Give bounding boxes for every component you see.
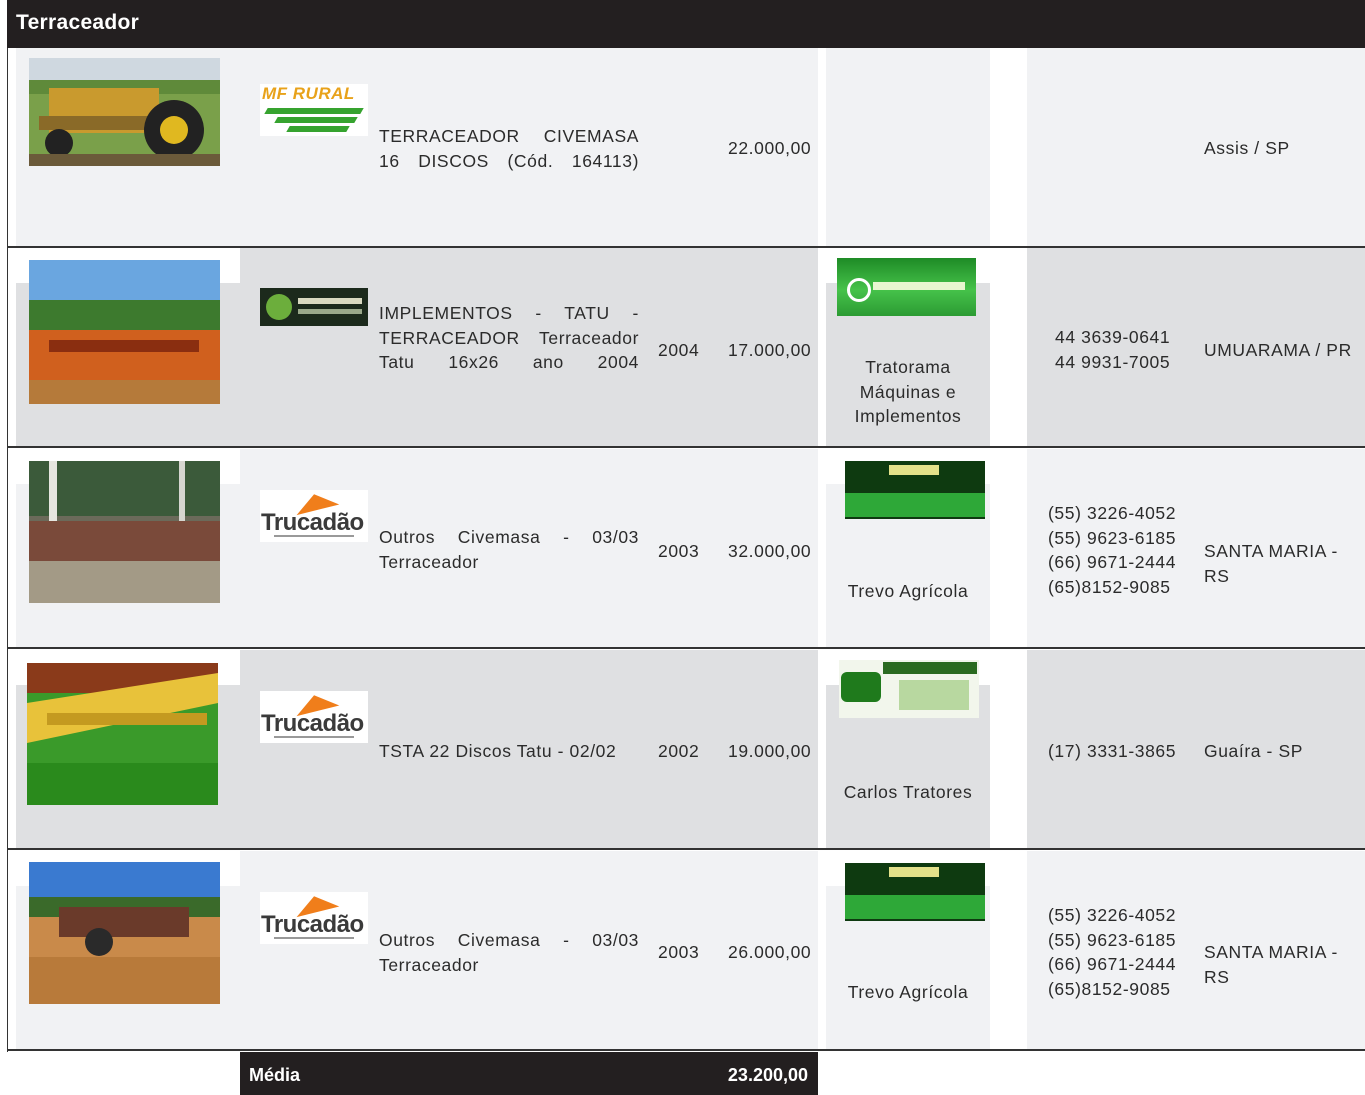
orange-implements-photo[interactable] [29, 260, 220, 404]
seller-name: Trevo Agrícola [847, 982, 969, 1002]
logo-stripe [264, 108, 364, 114]
carlos-tratores-logo[interactable] [839, 660, 979, 718]
trucadao-wordmark: Trucadão [261, 911, 364, 938]
trevo-agricola-logo[interactable] [845, 863, 985, 921]
field-terracer-photo[interactable] [29, 862, 220, 1004]
contact-cell [1027, 48, 1365, 246]
row-divider [8, 1049, 1365, 1051]
seller-cell [826, 48, 990, 246]
listing-price: 19.000,00 [728, 741, 812, 761]
tratorama-wordmark [873, 282, 965, 290]
trucadao-logo[interactable]: Trucadão [260, 488, 368, 542]
seller-phones: (55) 3226-4052 (55) 9623-6185 (66) 9671-… [1048, 503, 1177, 597]
table-row: Trucadão Outros Civemasa - 03/03 Terrace… [8, 449, 1365, 649]
seller-phones: (17) 3331-3865 [1048, 741, 1177, 761]
logo-stripe [274, 117, 358, 123]
trevo-agricola-logo[interactable] [845, 461, 985, 519]
section-title: Terraceador [16, 11, 140, 34]
table-row: MF RURAL TERRACEADOR CIVEMASA 16 DISCOS … [8, 48, 1365, 248]
listing-city: UMUARAMA / PR [1204, 340, 1352, 360]
table-row: IMPLEMENTOS - TATU - TERRACEADOR Terrace… [8, 248, 1365, 448]
row-divider [8, 647, 1365, 649]
listing-description: IMPLEMENTOS - TATU - TERRACEADOR Terrace… [379, 303, 639, 372]
listing-city: SANTA MARIA - RS [1204, 942, 1338, 987]
trucadao-tagline [274, 535, 354, 537]
dealer-logo-text-line [298, 298, 362, 304]
tratorama-emblem [847, 278, 871, 302]
trucadao-tagline [274, 736, 354, 738]
carlos-tratores-wordmark [883, 662, 977, 674]
disc-harrow-photo[interactable] [29, 461, 220, 603]
seller-name: Carlos Tratores [843, 782, 973, 802]
mf-rural-wordmark: MF RURAL [262, 84, 355, 103]
listing-price: 17.000,00 [728, 340, 812, 360]
carlos-tratores-detail [899, 680, 969, 710]
trucadao-logo[interactable]: Trucadão [260, 689, 368, 743]
tractor-yellow-photo[interactable] [29, 58, 220, 166]
listing-description: TSTA 22 Discos Tatu - 02/02 [379, 741, 617, 761]
listing-price: 32.000,00 [728, 541, 812, 561]
listing-price: 26.000,00 [728, 942, 812, 962]
seller-name: Trevo Agrícola [847, 581, 969, 601]
trucadao-tagline [274, 937, 354, 939]
listing-year: 2004 [658, 340, 700, 360]
table-row: Trucadão Outros Civemasa - 03/03 Terrace… [8, 851, 1365, 1051]
listing-city: SANTA MARIA - RS [1204, 541, 1338, 586]
average-value: 23.200,00 [727, 1065, 808, 1085]
trucadao-logo[interactable]: Trucadão [260, 890, 368, 944]
section-header: Terraceador [7, 0, 1365, 48]
row-divider [8, 446, 1365, 448]
listing-year: 2003 [658, 942, 700, 962]
tractor-icon [841, 672, 881, 702]
listing-description: Outros Civemasa - 03/03 Terraceador [379, 930, 639, 975]
dealer-logo-text-line [298, 309, 362, 314]
trevo-wordmark [889, 465, 939, 475]
table-row: Trucadão TSTA 22 Discos Tatu - 02/02 200… [8, 650, 1365, 850]
dealer-logo-dark[interactable] [260, 288, 368, 326]
listing-description: Outros Civemasa - 03/03 Terraceador [379, 527, 639, 572]
listing-price: 22.000,00 [728, 138, 812, 158]
average-label: Média [249, 1065, 301, 1085]
average-footer: Média 23.200,00 [240, 1052, 818, 1095]
tratorama-logo[interactable] [837, 258, 976, 316]
seller-phones: 44 3639-0641 44 9931-7005 [1055, 327, 1171, 372]
row-divider [8, 848, 1365, 850]
logo-stripe [286, 126, 350, 132]
yellow-terracer-photo[interactable] [27, 663, 218, 805]
listing-city: Assis / SP [1204, 138, 1290, 158]
listing-city: Guaíra - SP [1204, 741, 1303, 761]
trucadao-wordmark: Trucadão [261, 710, 364, 737]
seller-name: Tratorama Máquinas e Implementos [854, 357, 962, 426]
trevo-field-band [845, 895, 985, 919]
listing-description: TERRACEADOR CIVEMASA 16 DISCOS (Cód. 164… [379, 126, 639, 171]
seller-phones: (55) 3226-4052 (55) 9623-6185 (66) 9671-… [1048, 905, 1177, 999]
trucadao-wordmark: Trucadão [261, 509, 364, 536]
trevo-wordmark [889, 867, 939, 877]
trevo-field-band [845, 493, 985, 517]
listing-year: 2002 [658, 741, 700, 761]
listing-year: 2003 [658, 541, 700, 561]
mf-rural-logo[interactable]: MF RURAL [260, 84, 368, 136]
dealer-logo-emblem [266, 294, 292, 320]
